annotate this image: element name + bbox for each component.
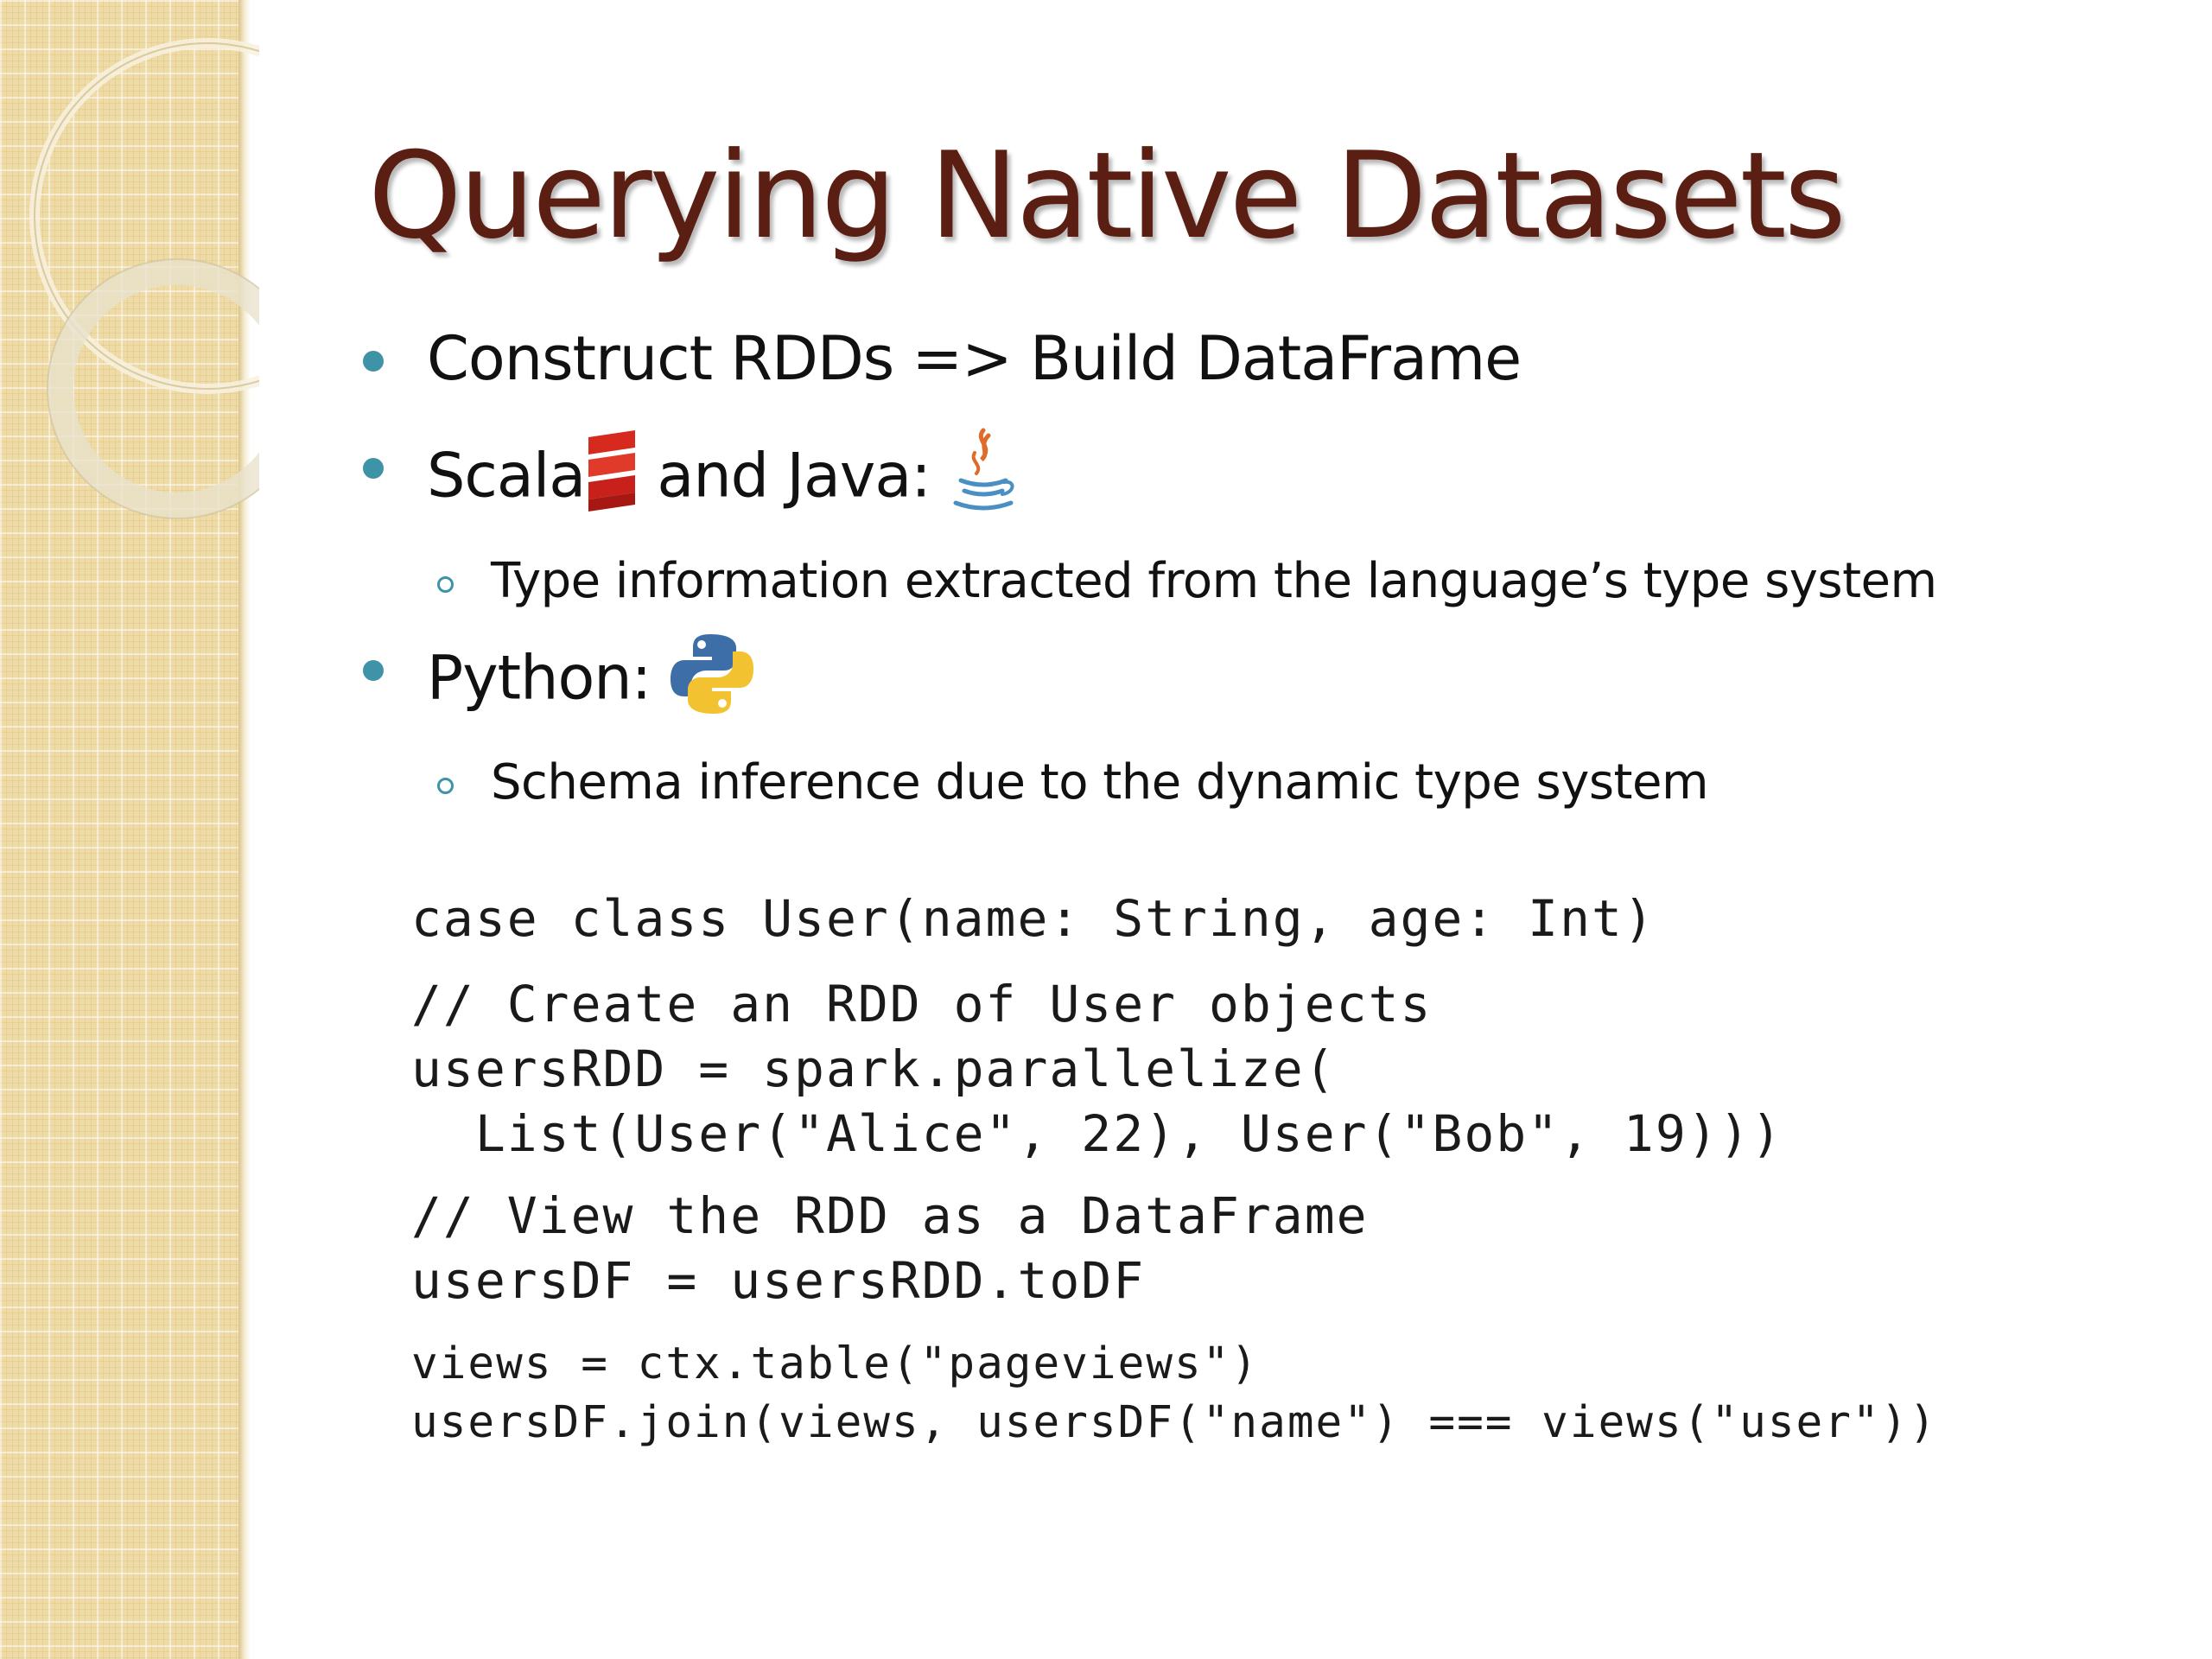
sub-bullet-marker xyxy=(437,576,454,593)
slide: Querying Native Datasets Construct RDDs … xyxy=(0,0,2212,1659)
bullet-text-scala: Scala xyxy=(427,440,586,512)
scala-icon xyxy=(585,429,639,523)
code-line: usersRDD = spark.parallelize( xyxy=(411,1039,1337,1098)
code-line: // Create an RDD of User objects xyxy=(411,975,1433,1033)
bullet-dot xyxy=(363,458,384,479)
python-icon xyxy=(669,631,755,727)
bullet-dot xyxy=(363,351,384,372)
code-line: views = ctx.table("pageviews") xyxy=(411,1338,1260,1389)
code-line: // View the RDD as a DataFrame xyxy=(411,1186,1369,1245)
sub-bullet-text: Type information extracted from the lang… xyxy=(491,553,1937,609)
code-line: usersDF = usersRDD.toDF xyxy=(411,1251,1146,1310)
bullet-text: Construct RDDs => Build DataFrame xyxy=(427,323,1522,394)
code-line: case class User(name: String, age: Int) xyxy=(411,889,1656,948)
sub-bullet-text: Schema inference due to the dynamic type… xyxy=(491,754,1709,810)
bullet-text: Scala and Java: xyxy=(427,428,1018,524)
sub-bullet-marker xyxy=(437,778,454,794)
bullet-text-java: and Java: xyxy=(639,440,950,512)
decorative-rings xyxy=(29,38,259,519)
code-line: usersDF.join(views, usersDF("name") === … xyxy=(411,1397,1938,1448)
java-icon xyxy=(949,427,1018,524)
bullet-text: Python: xyxy=(427,634,755,727)
slide-title: Querying Native Datasets xyxy=(368,126,1847,265)
bullet-dot xyxy=(363,660,384,681)
code-line: List(User("Alice", 22), User("Bob", 19))… xyxy=(411,1104,1783,1163)
bullet-text-python: Python: xyxy=(427,642,670,714)
